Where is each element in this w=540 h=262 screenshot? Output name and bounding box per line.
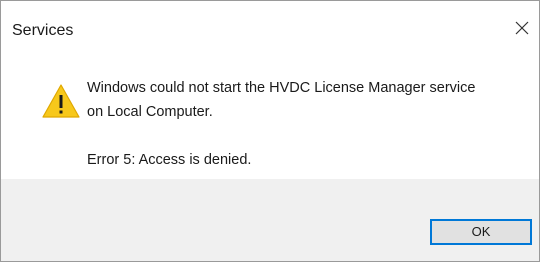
button-bar: OK [1,179,539,261]
close-button[interactable] [505,13,539,43]
warning-icon [42,84,80,118]
error-detail: Error 5: Access is denied. [87,152,252,168]
close-icon [515,21,529,35]
message-line-2: on Local Computer. [87,104,213,120]
ok-button[interactable]: OK [430,219,532,245]
message-area: Windows could not start the HVDC License… [1,43,539,179]
message-line-1: Windows could not start the HVDC License… [87,80,476,96]
error-dialog: Services Windows could not start the HVD… [0,0,540,262]
dialog-title: Services [12,22,74,39]
title-bar[interactable]: Services [1,1,539,43]
